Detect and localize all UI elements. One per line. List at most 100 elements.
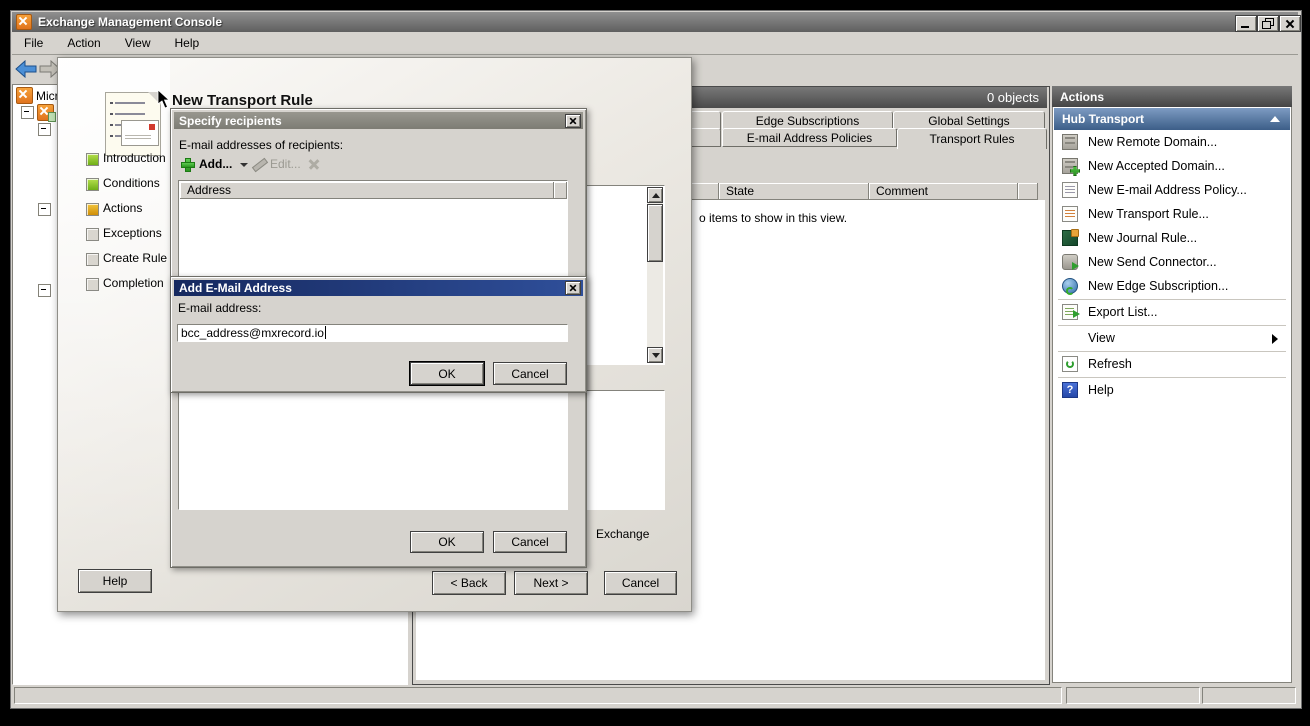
- wizard-back-button[interactable]: < Back: [432, 571, 506, 595]
- step-status-icon: [86, 278, 99, 291]
- back-arrow-icon: [15, 60, 37, 78]
- action-new-remote-domain[interactable]: New Remote Domain...: [1054, 130, 1290, 154]
- text-caret: [325, 326, 326, 339]
- email-address-label: E-mail address:: [178, 301, 261, 315]
- step-status-icon: [86, 178, 99, 191]
- scroll-up-icon: [652, 193, 660, 198]
- menu-action[interactable]: Action: [55, 32, 112, 54]
- specify-dialog-title: Specify recipients: [179, 114, 282, 128]
- tab-partial[interactable]: [690, 128, 721, 147]
- column-header-comment[interactable]: Comment: [869, 183, 1018, 200]
- scroll-down-button[interactable]: [647, 347, 663, 363]
- add-cancel-button[interactable]: Cancel: [493, 362, 567, 385]
- wizard-background-text: Exchange: [596, 527, 649, 541]
- menu-view[interactable]: View: [113, 32, 163, 54]
- wizard-help-button[interactable]: Help: [78, 569, 152, 593]
- tree-expander-icon[interactable]: [38, 123, 51, 136]
- tree-expander-icon[interactable]: [38, 203, 51, 216]
- wizard-step-introduction: Introduction: [103, 151, 166, 165]
- step-status-icon: [86, 153, 99, 166]
- menu-file[interactable]: File: [12, 32, 55, 54]
- action-new-edge-subscription[interactable]: New Edge Subscription...: [1054, 274, 1290, 298]
- action-help[interactable]: ? Help: [1054, 378, 1290, 402]
- transport-rule-wizard-icon: [105, 92, 161, 156]
- menu-help[interactable]: Help: [163, 32, 212, 54]
- transport-rule-icon: [1062, 206, 1078, 222]
- add-ok-button[interactable]: OK: [410, 362, 484, 385]
- specify-dialog-titlebar[interactable]: Specify recipients: [174, 112, 583, 129]
- close-icon: [1285, 19, 1295, 29]
- action-new-accepted-domain[interactable]: New Accepted Domain...: [1054, 154, 1290, 178]
- back-button[interactable]: [14, 58, 38, 80]
- add-plus-icon: [180, 157, 194, 171]
- add-dialog-title: Add E-Mail Address: [179, 281, 292, 295]
- group-title: Hub Transport: [1062, 112, 1144, 126]
- minimize-button[interactable]: [1235, 15, 1257, 32]
- actions-panel-header: Actions: [1052, 86, 1292, 107]
- recipients-label: E-mail addresses of recipients:: [179, 138, 343, 152]
- scrollbar-thumb[interactable]: [647, 204, 663, 262]
- action-view[interactable]: View: [1054, 326, 1290, 350]
- submenu-arrow-icon: [1272, 334, 1278, 344]
- close-button[interactable]: [1279, 15, 1301, 32]
- action-new-email-address-policy[interactable]: New E-mail Address Policy...: [1054, 178, 1290, 202]
- remote-domain-icon: [1062, 134, 1078, 150]
- wizard-cancel-button[interactable]: Cancel: [604, 571, 677, 595]
- tab-email-address-policies[interactable]: E-mail Address Policies: [722, 128, 897, 147]
- action-refresh[interactable]: Refresh: [1054, 352, 1290, 376]
- wizard-next-button[interactable]: Next >: [514, 571, 588, 595]
- remove-x-icon: [308, 158, 320, 170]
- email-address-value: bcc_address@mxrecord.io: [181, 326, 324, 340]
- remove-button[interactable]: [308, 158, 322, 172]
- journal-rule-icon: [1062, 230, 1078, 246]
- specify-dialog-close-button[interactable]: [565, 114, 581, 128]
- scroll-down-icon: [652, 353, 660, 358]
- minimize-icon: [1241, 26, 1249, 28]
- status-bar: [12, 686, 1298, 705]
- wizard-step-conditions: Conditions: [103, 176, 160, 190]
- action-new-transport-rule[interactable]: New Transport Rule...: [1054, 202, 1290, 226]
- envelope-icon: [121, 120, 159, 146]
- add-dropdown-arrow-icon[interactable]: [240, 163, 248, 167]
- address-column-header[interactable]: Address: [180, 182, 554, 199]
- exchange-logo-icon: [16, 14, 32, 30]
- export-list-icon: [1062, 304, 1078, 320]
- refresh-icon: [1062, 356, 1078, 372]
- specify-cancel-button[interactable]: Cancel: [493, 531, 567, 553]
- email-address-input[interactable]: bcc_address@mxrecord.io: [177, 324, 568, 342]
- action-export-list[interactable]: Export List...: [1054, 300, 1290, 324]
- action-new-send-connector[interactable]: New Send Connector...: [1054, 250, 1290, 274]
- add-dialog-titlebar[interactable]: Add E-Mail Address: [174, 280, 583, 296]
- edge-subscription-icon: [1062, 278, 1078, 294]
- wizard-step-completion: Completion: [103, 276, 164, 290]
- specify-ok-button[interactable]: OK: [410, 531, 484, 553]
- window-titlebar[interactable]: Exchange Management Console: [12, 12, 1298, 32]
- close-icon: [569, 284, 577, 292]
- tree-expander-icon[interactable]: [21, 106, 34, 119]
- exchange-root-icon: [16, 87, 33, 104]
- email-address-policy-icon: [1062, 182, 1078, 198]
- wizard-title: New Transport Rule: [172, 92, 313, 109]
- tree-expander-icon[interactable]: [38, 284, 51, 297]
- column-header-state[interactable]: State: [719, 183, 869, 200]
- status-segment: [1202, 687, 1296, 704]
- scroll-up-button[interactable]: [647, 187, 663, 203]
- empty-list-text: o items to show in this view.: [699, 211, 847, 225]
- scrollbar[interactable]: [647, 187, 663, 363]
- column-header-narrow[interactable]: [1018, 183, 1038, 200]
- edit-button[interactable]: Edit...: [250, 156, 310, 174]
- edit-pencil-icon: [252, 158, 268, 173]
- action-new-journal-rule[interactable]: New Journal Rule...: [1054, 226, 1290, 250]
- add-dialog-close-button[interactable]: [565, 281, 581, 295]
- restore-button[interactable]: [1257, 15, 1279, 32]
- wizard-step-exceptions: Exceptions: [103, 226, 162, 240]
- actions-title: Actions: [1060, 90, 1104, 104]
- collapse-arrow-icon[interactable]: [1270, 116, 1280, 122]
- tab-transport-rules[interactable]: Transport Rules: [897, 128, 1047, 149]
- address-column-header-end[interactable]: [554, 182, 567, 199]
- add-button-label: Add...: [199, 157, 232, 171]
- window-title: Exchange Management Console: [38, 15, 222, 29]
- hub-transport-group-header[interactable]: Hub Transport: [1054, 108, 1290, 130]
- help-icon: ?: [1062, 382, 1078, 398]
- tree-root-label[interactable]: Micr: [36, 89, 59, 103]
